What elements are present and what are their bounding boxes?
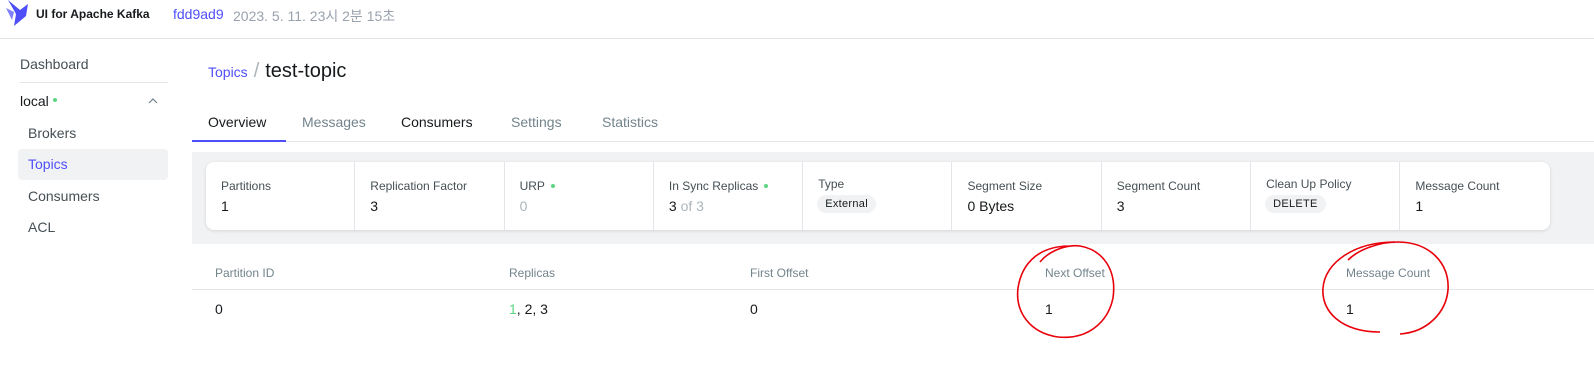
sidebar-item-acl[interactable]: ACL bbox=[18, 212, 168, 243]
cleanup-policy-badge: DELETE bbox=[1265, 195, 1326, 213]
sidebar-item-dashboard[interactable]: Dashboard bbox=[20, 56, 89, 72]
sidebar-item-brokers[interactable]: Brokers bbox=[18, 118, 168, 149]
page-title: test-topic bbox=[265, 60, 347, 82]
stat-label-text: URP bbox=[519, 179, 545, 193]
stat-label: Replication Factor bbox=[370, 179, 468, 193]
active-tab-indicator bbox=[192, 140, 286, 142]
status-dot bbox=[764, 183, 769, 188]
stat-cleanup-policy: Clean Up Policy DELETE bbox=[1251, 162, 1401, 230]
status-dot bbox=[550, 183, 555, 188]
cell-replicas: 1, 2, 3 bbox=[509, 301, 548, 317]
stat-value: 3 bbox=[370, 198, 379, 214]
column-header-first-offset[interactable]: First Offset bbox=[750, 266, 808, 280]
isr-count: 3 bbox=[668, 198, 677, 214]
type-badge: External bbox=[817, 195, 876, 213]
column-header-message-count[interactable]: Message Count bbox=[1346, 266, 1430, 280]
tab-settings[interactable]: Settings bbox=[511, 114, 562, 142]
stat-value: 3 of 3 bbox=[669, 198, 704, 214]
app-title[interactable]: UI for Apache Kafka bbox=[36, 7, 150, 21]
sidebar-item-consumers[interactable]: Consumers bbox=[18, 181, 168, 212]
sidebar-item-topics[interactable]: Topics bbox=[18, 149, 168, 180]
cell-message-count: 1 bbox=[1346, 301, 1354, 317]
other-replicas: , 2, 3 bbox=[516, 301, 548, 317]
stat-in-sync-replicas: In Sync Replicas 3 of 3 bbox=[654, 162, 804, 230]
stat-label-text: In Sync Replicas bbox=[668, 179, 759, 193]
stat-replication-factor: Replication Factor 3 bbox=[355, 162, 505, 230]
stat-label: Segment Count bbox=[1116, 179, 1201, 193]
stat-message-count: Message Count 1 bbox=[1400, 162, 1549, 230]
chevron-up-icon[interactable] bbox=[148, 96, 158, 106]
stat-value: 0 Bytes bbox=[967, 198, 1015, 214]
column-header-partition-id[interactable]: Partition ID bbox=[215, 266, 274, 280]
sidebar: Dashboard local Brokers Topics Consumers… bbox=[0, 40, 192, 365]
tab-consumers[interactable]: Consumers bbox=[401, 114, 473, 142]
stats-section: Partitions 1 Replication Factor 3 URP 0 … bbox=[192, 152, 1594, 244]
stat-partitions: Partitions 1 bbox=[206, 162, 356, 230]
cell-next-offset: 1 bbox=[1045, 301, 1053, 317]
table-header-divider bbox=[192, 289, 1594, 290]
tab-overview[interactable]: Overview bbox=[208, 114, 266, 142]
cluster-name: local bbox=[20, 93, 49, 109]
stat-label: Segment Size bbox=[967, 179, 1043, 193]
cluster-status-dot bbox=[52, 97, 57, 102]
tab-messages[interactable]: Messages bbox=[302, 114, 366, 142]
stat-label: Message Count bbox=[1415, 179, 1500, 193]
commit-link[interactable]: fdd9ad9 bbox=[173, 6, 224, 22]
cell-partition-id: 0 bbox=[215, 301, 223, 317]
kafka-logo-icon[interactable] bbox=[6, 0, 28, 28]
tab-statistics[interactable]: Statistics bbox=[602, 114, 658, 142]
column-header-replicas[interactable]: Replicas bbox=[509, 266, 555, 280]
topic-tabs: Overview Messages Consumers Settings Sta… bbox=[192, 106, 1594, 142]
build-date: 2023. 5. 11. 23시 2분 15초 bbox=[233, 8, 396, 24]
stat-type: Type External bbox=[803, 162, 953, 230]
main-content: Topics / test-topic Overview Messages Cons… bbox=[192, 40, 1594, 365]
stat-value: 1 bbox=[221, 198, 229, 214]
stat-label: URP bbox=[520, 179, 555, 193]
stat-label: Clean Up Policy bbox=[1266, 177, 1352, 191]
cluster-toggle[interactable]: local bbox=[20, 93, 168, 113]
stat-label: Partitions bbox=[221, 179, 272, 193]
sidebar-divider bbox=[20, 82, 168, 83]
cell-first-offset: 0 bbox=[750, 301, 758, 317]
breadcrumb: Topics / test-topic bbox=[208, 60, 346, 86]
stat-segment-count: Segment Count 3 bbox=[1102, 162, 1252, 230]
isr-total: of 3 bbox=[680, 198, 704, 214]
breadcrumb-separator: / bbox=[253, 60, 260, 82]
stat-label: Type bbox=[818, 177, 845, 191]
top-navbar: UI for Apache Kafka fdd9ad9 2023. 5. 11.… bbox=[0, 0, 1594, 39]
stat-value: 3 bbox=[1116, 198, 1125, 214]
breadcrumb-topics-link[interactable]: Topics bbox=[208, 64, 248, 80]
stat-urp: URP 0 bbox=[505, 162, 654, 230]
stat-label: In Sync Replicas bbox=[668, 179, 769, 193]
stat-value: 0 bbox=[519, 198, 528, 214]
stat-value: 1 bbox=[1415, 198, 1424, 214]
topic-stats-card: Partitions 1 Replication Factor 3 URP 0 … bbox=[206, 162, 1550, 230]
leader-replica: 1 bbox=[509, 301, 517, 317]
column-header-next-offset[interactable]: Next Offset bbox=[1045, 266, 1105, 280]
stat-segment-size: Segment Size 0 Bytes bbox=[952, 162, 1102, 230]
